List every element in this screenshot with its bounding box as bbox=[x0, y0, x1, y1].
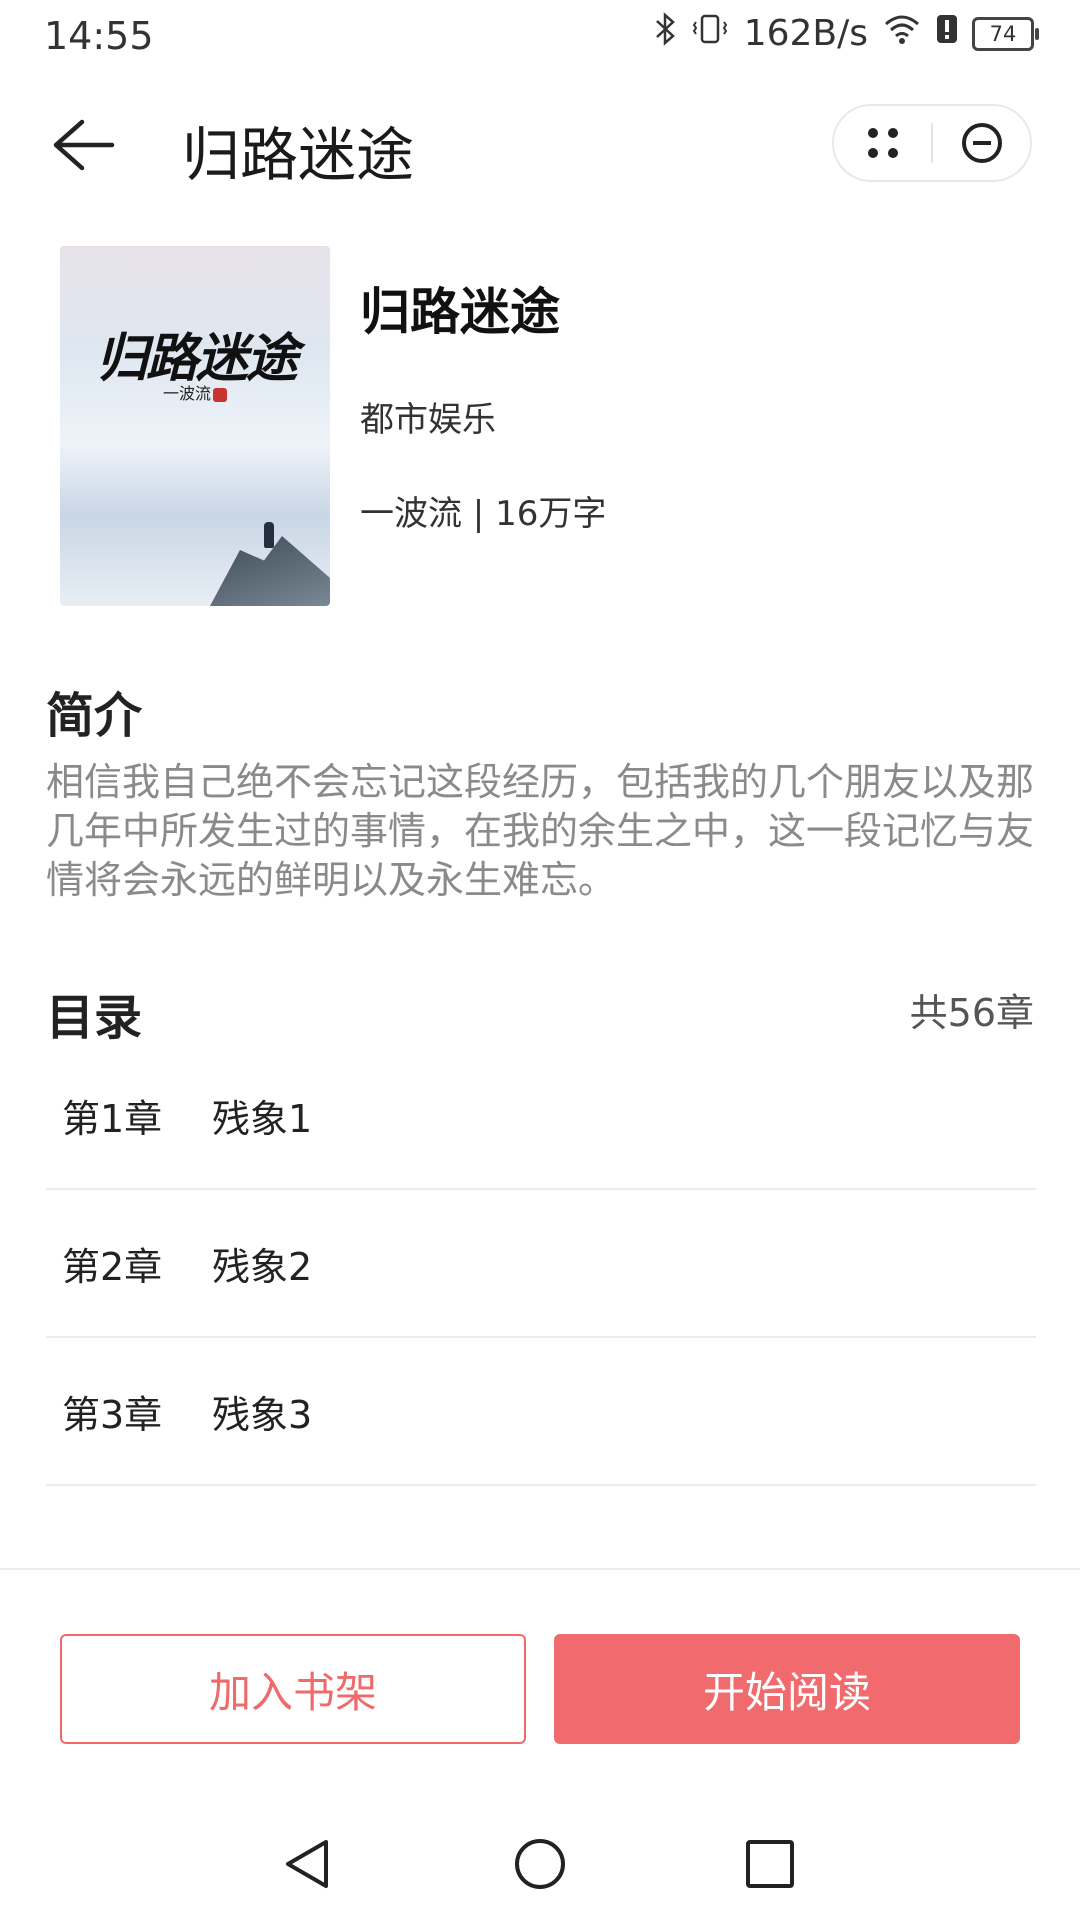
circle-home-icon bbox=[515, 1839, 565, 1889]
add-to-shelf-button[interactable]: 加入书架 bbox=[60, 1634, 526, 1744]
nav-back-button[interactable] bbox=[280, 1836, 336, 1892]
close-button[interactable] bbox=[933, 106, 1030, 180]
intro-text: 相信我自己绝不会忘记这段经历，包括我的几个朋友以及那几年中所发生过的事情，在我的… bbox=[46, 760, 1035, 902]
bottom-divider bbox=[0, 1568, 1080, 1570]
seal-icon bbox=[213, 387, 227, 402]
back-button[interactable] bbox=[48, 110, 118, 180]
more-dots-icon bbox=[867, 128, 898, 158]
chapter-name: 残象1 bbox=[212, 1096, 313, 1141]
start-reading-button[interactable]: 开始阅读 bbox=[554, 1634, 1020, 1744]
book-title: 归路迷途 bbox=[360, 283, 560, 341]
chapter-number: 第3章 bbox=[62, 1392, 163, 1437]
network-speed: 162B/s bbox=[743, 13, 868, 54]
triangle-back-icon bbox=[286, 1840, 328, 1888]
intro-heading: 简介 bbox=[46, 688, 143, 744]
more-button[interactable] bbox=[834, 106, 931, 180]
book-cover[interactable]: 归路迷途 一波流 bbox=[60, 246, 330, 606]
back-arrow-icon bbox=[53, 119, 115, 171]
chapter-name: 残象3 bbox=[212, 1392, 313, 1437]
status-icons: 162B/s 74 bbox=[654, 12, 1039, 55]
chapter-number: 第2章 bbox=[62, 1244, 163, 1289]
chapter-item-1[interactable]: 第1章 残象1 bbox=[46, 1042, 1036, 1190]
nav-recents-button[interactable] bbox=[742, 1836, 798, 1892]
chapter-item-3[interactable]: 第3章 残象3 bbox=[46, 1338, 1036, 1486]
page-title: 归路迷途 bbox=[182, 121, 415, 189]
cover-figure bbox=[264, 522, 274, 548]
wifi-icon bbox=[882, 12, 922, 55]
bluetooth-icon bbox=[654, 12, 676, 55]
chapter-list: 第1章 残象1 第2章 残象2 第3章 残象3 bbox=[46, 1042, 1036, 1486]
battery-level: 74 bbox=[989, 21, 1017, 46]
minus-circle-icon bbox=[961, 123, 1002, 163]
vibrate-icon bbox=[690, 12, 730, 55]
nav-home-button[interactable] bbox=[512, 1836, 568, 1892]
toc-heading: 目录 bbox=[46, 990, 143, 1046]
battery-icon: 74 bbox=[972, 16, 1039, 51]
chapter-number: 第1章 bbox=[62, 1096, 163, 1141]
square-recents-icon bbox=[746, 1840, 794, 1888]
chapter-name: 残象2 bbox=[212, 1244, 313, 1289]
status-time: 14:55 bbox=[44, 14, 154, 58]
alert-icon bbox=[936, 12, 958, 55]
book-author-wordcount: 一波流 | 16万字 bbox=[360, 494, 607, 534]
mini-program-capsule bbox=[832, 104, 1032, 182]
book-genre: 都市娱乐 bbox=[360, 400, 496, 440]
cover-author: 一波流 bbox=[60, 380, 330, 404]
chapter-count[interactable]: 共56章 bbox=[910, 982, 1034, 1037]
chapter-item-2[interactable]: 第2章 残象2 bbox=[46, 1190, 1036, 1338]
